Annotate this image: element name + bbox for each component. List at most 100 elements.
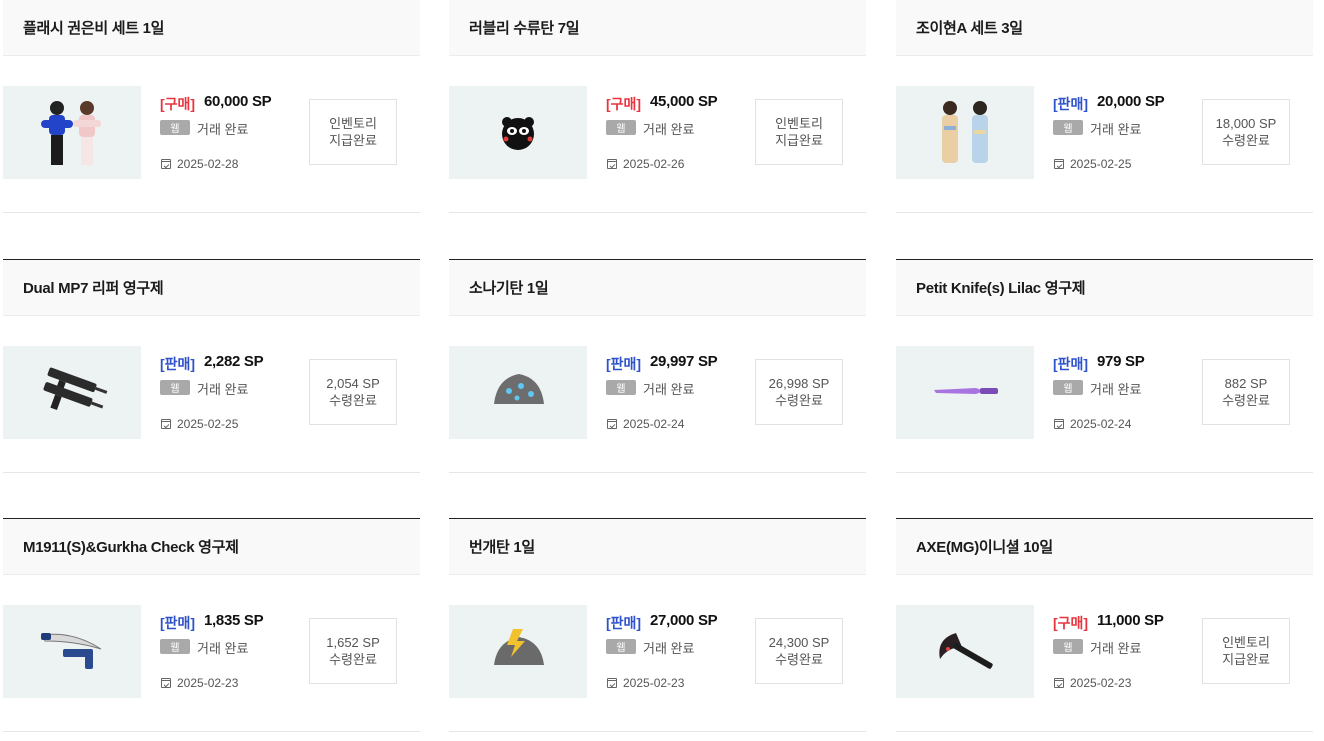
pistol-kukri-icon: [3, 605, 141, 698]
delivery-status-box: 인벤토리 지급완료: [309, 99, 397, 165]
trade-date: 2025-02-23: [1070, 676, 1132, 690]
calendar-icon: [607, 678, 617, 688]
trade-status: 거래 완료: [643, 122, 695, 137]
trade-date: 2025-02-25: [1070, 157, 1132, 171]
trade-card[interactable]: 러블리 수류탄 7일 [구매] 45,000 SP 웹 거래 완료 2025-0…: [449, 0, 866, 213]
trade-card[interactable]: 소나기탄 1일 [판매] 29,997 SP 웹 거래 완료 2025-02-2…: [449, 259, 866, 473]
delivery-status-box: 24,300 SP 수령완료: [755, 618, 843, 684]
delivery-line-2: 수령완료: [775, 652, 823, 667]
trade-date: 2025-02-23: [623, 676, 685, 690]
trade-type-label: [판매]: [1053, 96, 1089, 112]
two-women-floral-icon: [896, 86, 1034, 179]
calendar-icon: [1054, 159, 1064, 169]
calendar-icon: [607, 159, 617, 169]
item-title[interactable]: Dual MP7 리퍼 영구제: [3, 260, 420, 316]
delivery-line-2: 지급완료: [1222, 652, 1270, 667]
web-badge: 웹: [1053, 639, 1083, 654]
delivery-line-1: 인벤토리: [329, 116, 377, 131]
trade-date: 2025-02-23: [177, 676, 239, 690]
delivery-line-1: 18,000 SP: [1215, 116, 1277, 131]
item-title[interactable]: M1911(S)&Gurkha Check 영구제: [3, 519, 420, 575]
delivery-status-box: 인벤토리 지급완료: [755, 99, 843, 165]
lilac-knife-icon: [896, 346, 1034, 439]
price: 979 SP: [1097, 353, 1145, 370]
trade-status: 거래 완료: [1090, 382, 1142, 397]
calendar-icon: [161, 419, 171, 429]
delivery-line-2: 지급완료: [329, 133, 377, 148]
trade-status: 거래 완료: [643, 382, 695, 397]
trade-type-label: [판매]: [160, 615, 196, 631]
trade-status: 거래 완료: [197, 122, 249, 137]
trade-card[interactable]: M1911(S)&Gurkha Check 영구제 [판매] 1,835 SP …: [3, 518, 420, 732]
trade-status: 거래 완료: [1090, 122, 1142, 137]
trade-type-label: [판매]: [606, 615, 642, 631]
calendar-icon: [1054, 678, 1064, 688]
delivery-status-box: 882 SP 수령완료: [1202, 359, 1290, 425]
delivery-line-2: 지급완료: [775, 133, 823, 148]
price: 27,000 SP: [650, 612, 718, 629]
trade-card[interactable]: Petit Knife(s) Lilac 영구제 [판매] 979 SP 웹 거…: [896, 259, 1313, 473]
delivery-line-1: 882 SP: [1224, 376, 1268, 391]
trade-date: 2025-02-26: [623, 157, 685, 171]
lightning-grenade-icon: [449, 605, 587, 698]
item-title[interactable]: 플래시 권은비 세트 1일: [3, 0, 420, 56]
delivery-line-2: 수령완료: [329, 652, 377, 667]
delivery-status-box: 1,652 SP 수령완료: [309, 618, 397, 684]
delivery-status-box: 2,054 SP 수령완료: [309, 359, 397, 425]
web-badge: 웹: [606, 380, 636, 395]
trade-card[interactable]: AXE(MG)이니셜 10일 [구매] 11,000 SP 웹 거래 완료 20…: [896, 518, 1313, 732]
item-title[interactable]: 러블리 수류탄 7일: [449, 0, 866, 56]
trade-status: 거래 완료: [197, 382, 249, 397]
delivery-line-2: 수령완료: [329, 393, 377, 408]
item-title[interactable]: 소나기탄 1일: [449, 260, 866, 316]
delivery-status-box: 인벤토리 지급완료: [1202, 618, 1290, 684]
trade-card[interactable]: Dual MP7 리퍼 영구제 [판매] 2,282 SP 웹 거래 완료 20…: [3, 259, 420, 473]
delivery-line-2: 수령완료: [1222, 393, 1270, 408]
trade-date: 2025-02-25: [177, 417, 239, 431]
trade-type-label: [판매]: [1053, 356, 1089, 372]
trade-date: 2025-02-28: [177, 157, 239, 171]
price: 45,000 SP: [650, 93, 718, 110]
trade-date: 2025-02-24: [1070, 417, 1132, 431]
trade-card[interactable]: 조이현A 세트 3일 [판매] 20,000 SP 웹 거래 완료 2025-0…: [896, 0, 1313, 213]
item-title[interactable]: 번개탄 1일: [449, 519, 866, 575]
price: 20,000 SP: [1097, 93, 1165, 110]
web-badge: 웹: [160, 380, 190, 395]
price: 60,000 SP: [204, 93, 272, 110]
delivery-status-box: 26,998 SP 수령완료: [755, 359, 843, 425]
trade-card[interactable]: 플래시 권은비 세트 1일 [구매] 60,000 SP 웹 거래 완료 202…: [3, 0, 420, 213]
delivery-line-1: 인벤토리: [1222, 635, 1270, 650]
trade-type-label: [구매]: [160, 96, 196, 112]
delivery-line-1: 2,054 SP: [326, 376, 380, 391]
web-badge: 웹: [160, 120, 190, 135]
delivery-line-2: 수령완료: [1222, 133, 1270, 148]
trade-card[interactable]: 번개탄 1일 [판매] 27,000 SP 웹 거래 완료 2025-02-23…: [449, 518, 866, 732]
price: 1,835 SP: [204, 612, 264, 629]
trade-type-label: [판매]: [606, 356, 642, 372]
trade-type-label: [구매]: [606, 96, 642, 112]
delivery-line-1: 24,300 SP: [768, 635, 830, 650]
trade-date: 2025-02-24: [623, 417, 685, 431]
calendar-icon: [1054, 419, 1064, 429]
panda-grenade-icon: [449, 86, 587, 179]
calendar-icon: [161, 678, 171, 688]
item-title[interactable]: AXE(MG)이니셜 10일: [896, 519, 1313, 575]
two-women-character-icon: [3, 86, 141, 179]
axe-icon: [896, 605, 1034, 698]
trade-status: 거래 완료: [197, 641, 249, 656]
price: 29,997 SP: [650, 353, 718, 370]
trade-type-label: [구매]: [1053, 615, 1089, 631]
trade-status: 거래 완료: [643, 641, 695, 656]
item-title[interactable]: 조이현A 세트 3일: [896, 0, 1313, 56]
item-title[interactable]: Petit Knife(s) Lilac 영구제: [896, 260, 1313, 316]
web-badge: 웹: [606, 639, 636, 654]
web-badge: 웹: [1053, 120, 1083, 135]
web-badge: 웹: [1053, 380, 1083, 395]
web-badge: 웹: [160, 639, 190, 654]
calendar-icon: [161, 159, 171, 169]
price: 2,282 SP: [204, 353, 264, 370]
delivery-line-2: 수령완료: [775, 393, 823, 408]
trade-type-label: [판매]: [160, 356, 196, 372]
web-badge: 웹: [606, 120, 636, 135]
delivery-line-1: 26,998 SP: [768, 376, 830, 391]
